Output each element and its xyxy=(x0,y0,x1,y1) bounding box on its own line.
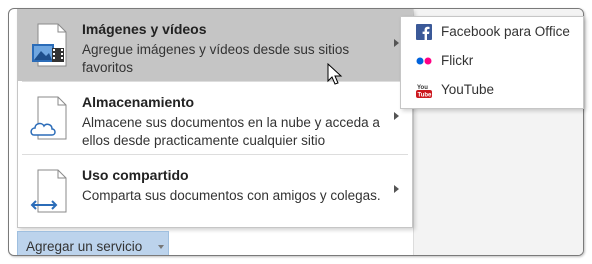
menu-item-sharing[interactable]: Uso compartido Comparta sus documentos c… xyxy=(18,155,412,227)
images-videos-submenu: Facebook para Office Flickr You Tube You… xyxy=(400,16,584,109)
add-service-button[interactable]: Agregar un servicio xyxy=(17,231,169,255)
menu-item-description: Comparta sus documentos con amigos y col… xyxy=(82,188,381,203)
share-icon xyxy=(30,168,68,214)
youtube-icon: You Tube xyxy=(416,82,433,99)
submenu-item-youtube[interactable]: You Tube YouTube xyxy=(401,75,583,104)
menu-item-description: Agregue imágenes y vídeos desde sus siti… xyxy=(82,42,350,75)
dropdown-arrow-icon xyxy=(158,245,164,249)
menu-item-title: Uso compartido xyxy=(82,167,189,183)
images-icon xyxy=(30,22,68,68)
add-service-menu: Imágenes y vídeos Agregue imágenes y víd… xyxy=(17,9,413,228)
submenu-item-label: Flickr xyxy=(441,53,474,68)
menu-item-description: Almacene sus documentos en la nube y acc… xyxy=(82,115,380,148)
flickr-icon xyxy=(416,53,432,69)
menu-item-images-videos[interactable]: Imágenes y vídeos Agregue imágenes y víd… xyxy=(18,9,412,81)
submenu-item-facebook[interactable]: Facebook para Office xyxy=(401,17,583,46)
mouse-cursor-icon xyxy=(327,62,345,87)
facebook-icon xyxy=(416,24,432,40)
menu-item-title: Almacenamiento xyxy=(82,94,195,110)
chevron-right-icon xyxy=(394,112,399,120)
svg-text:Tube: Tube xyxy=(418,93,433,99)
chevron-right-icon xyxy=(394,39,399,47)
menu-item-storage[interactable]: Almacenamiento Almacene sus documentos e… xyxy=(18,82,412,154)
submenu-item-label: YouTube xyxy=(441,82,495,97)
menu-item-title: Imágenes y vídeos xyxy=(82,21,207,37)
submenu-item-label: Facebook para Office xyxy=(441,24,570,39)
chevron-right-icon xyxy=(394,185,399,193)
cloud-storage-icon xyxy=(30,95,68,141)
submenu-item-flickr[interactable]: Flickr xyxy=(401,46,583,75)
add-service-label: Agregar un servicio xyxy=(26,239,143,254)
